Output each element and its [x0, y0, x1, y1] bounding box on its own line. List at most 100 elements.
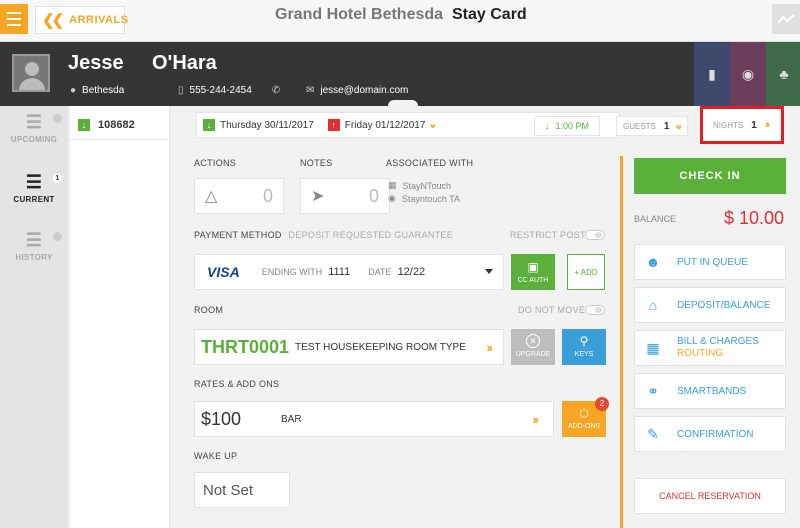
restrict-post-label: RESTRICT POST	[510, 230, 586, 240]
confirmation-button[interactable]: ✎ CONFIRMATION	[634, 416, 786, 452]
door-icon: ▮	[708, 65, 716, 82]
guests-selector[interactable]: GUESTS 1 ››	[616, 116, 688, 136]
smartbands-button[interactable]: ⚭ SMARTBANDS	[634, 373, 786, 409]
phone-icon: ✆	[271, 85, 281, 96]
upgrade-button[interactable]: ✕ UPGRADE	[511, 329, 555, 365]
double-chevron-right-icon: ››	[486, 340, 493, 355]
clover-icon: ♣	[779, 66, 789, 82]
visa-logo: VISA	[207, 264, 240, 280]
arrival-time[interactable]: ↓ 1:00 PM	[534, 116, 600, 136]
mobile-phone-icon: ▯	[178, 85, 184, 96]
nav-upcoming-dot	[53, 114, 62, 123]
guests-count: 1	[663, 120, 670, 132]
tab-loyalty[interactable]: ♣	[766, 42, 800, 106]
nav-history[interactable]: ☰ HISTORY	[0, 230, 68, 262]
notes-button[interactable]: ➤ 0	[300, 178, 390, 214]
top-bar: ❮❮ ARRIVALS Grand Hotel Bethesda Stay Ca…	[0, 0, 800, 42]
guest-first-name[interactable]: Jesse	[68, 52, 124, 75]
associated-company[interactable]: ▦ StayNTouch	[388, 180, 451, 191]
nav-current-badge: 1	[53, 174, 62, 183]
chevron-down-icon: ››	[673, 124, 686, 128]
globe-icon: ◉	[388, 193, 396, 203]
people-icon: ☻	[645, 254, 661, 270]
departure-date: Friday 01/12/2017	[344, 119, 426, 131]
add-ons-count-badge: 2	[595, 397, 609, 411]
wristband-icon: ⚭	[647, 382, 659, 399]
restrict-post-toggle[interactable]	[585, 230, 605, 240]
graph-button[interactable]	[772, 4, 800, 34]
cc-auth-button[interactable]: ▣ CC AUTH	[511, 254, 555, 290]
envelope-icon: ✉	[306, 85, 315, 96]
guest-phone: ▯ 555-244-2454 ✆	[178, 85, 281, 96]
room-selector[interactable]: THRT0001 TEST HOUSEKEEPING ROOM TYPE ››	[194, 329, 504, 365]
menu-button[interactable]	[0, 4, 28, 34]
caret-down-icon	[485, 269, 493, 274]
rate-selector[interactable]: $100 BAR ››	[194, 401, 554, 437]
credit-card-icon: ▣	[527, 260, 539, 274]
payment-method-label: PAYMENT METHOD DEPOSIT REQUESTED GUARANT…	[194, 230, 453, 240]
left-navigation: ☰ UPCOMING ☰ CURRENT 1 ☰ HISTORY	[0, 106, 68, 528]
warning-icon: △	[205, 188, 218, 205]
tab-door[interactable]: ▮	[694, 42, 730, 106]
room-label: ROOM	[194, 305, 224, 315]
stay-card-main: ↓ Thursday 30/11/2017 ↑ Friday 01/12/201…	[180, 106, 800, 528]
rates-label: RATES & ADD ONS	[194, 379, 280, 389]
back-to-arrivals-button[interactable]: ❮❮ ARRIVALS	[35, 6, 129, 34]
nights-count: 1	[751, 119, 757, 131]
arrow-down-icon: ↓	[544, 121, 550, 131]
actions-button[interactable]: △ 0	[194, 178, 284, 214]
chevron-down-icon: ››	[427, 123, 440, 127]
reservation-number: 108682	[98, 118, 135, 131]
globe-icon: ◉	[741, 65, 755, 82]
avatar[interactable]	[12, 54, 50, 92]
pin-icon: ➤	[311, 188, 325, 205]
associated-label: ASSOCIATED WITH	[386, 158, 474, 168]
bill-charges-routing-button[interactable]: ▦ BILL & CHARGES ROUTING	[634, 330, 786, 366]
actions-label: ACTIONS	[194, 158, 237, 168]
section-divider	[620, 156, 623, 528]
guest-header: Jesse O'Hara ● Bethesda ▯ 555-244-2454 ✆…	[0, 42, 800, 108]
rate-amount: $100	[201, 408, 242, 429]
guest-email: ✉ jesse@domain.com	[306, 85, 409, 96]
tab-globe[interactable]: ◉	[730, 42, 766, 106]
arrival-arrow-icon: ↓	[203, 119, 215, 131]
arrow-down-icon: ↓	[78, 118, 90, 131]
nav-current[interactable]: ☰ CURRENT 1	[0, 172, 68, 204]
do-not-move-label: DO NOT MOVE	[518, 305, 586, 315]
arrival-date: Thursday 30/11/2017	[220, 119, 314, 131]
reservation-item[interactable]: ↓ 108682	[70, 110, 170, 140]
wake-up-selector[interactable]: Not Set	[194, 472, 290, 508]
rate-name: BAR	[281, 413, 302, 425]
page-title: Stay Card	[452, 6, 527, 23]
double-chevron-left-icon: ❮❮	[42, 12, 64, 29]
wake-up-label: WAKE UP	[194, 451, 238, 461]
keys-button[interactable]: ⚲ KEYS	[562, 329, 606, 365]
location-pin-icon: ●	[70, 85, 77, 96]
card-ending: 1111	[328, 266, 351, 278]
hotel-name: Grand Hotel Bethesda	[275, 6, 444, 23]
payment-method-select[interactable]: VISA ENDING WITH 1111 DATE 12/22	[194, 254, 504, 290]
balance-label: BALANCE	[634, 214, 677, 224]
guest-last-name[interactable]: O'Hara	[152, 52, 217, 75]
check-in-button[interactable]: CHECK IN	[634, 158, 786, 194]
back-button-label: ARRIVALS	[69, 14, 129, 26]
add-payment-button[interactable]: + ADD	[567, 254, 605, 290]
room-number: THRT0001	[201, 336, 290, 357]
associated-travel-agent[interactable]: ◉ Stayntouch TA	[388, 193, 460, 204]
room-type: TEST HOUSEKEEPING ROOM TYPE	[295, 341, 466, 353]
departure-arrow-icon: ↑	[327, 119, 340, 131]
put-in-queue-button[interactable]: ☻ PUT IN QUEUE	[634, 244, 786, 280]
building-icon: ▦	[388, 180, 397, 190]
nav-upcoming[interactable]: ☰ UPCOMING	[0, 112, 68, 144]
reservation-list: ↓ 108682	[70, 106, 170, 528]
menu-icon	[7, 12, 21, 14]
cancel-reservation-button[interactable]: CANCEL RESERVATION	[634, 478, 786, 514]
do-not-move-toggle[interactable]	[585, 305, 605, 315]
guest-city: ● Bethesda	[70, 85, 125, 96]
calculator-icon: ▦	[646, 339, 660, 356]
nights-selector[interactable]: NIGHTS 1 ››	[700, 106, 784, 144]
close-circle-icon: ✕	[526, 334, 540, 348]
actions-count: 0	[262, 185, 273, 206]
double-chevron-right-icon: ››	[532, 412, 539, 427]
deposit-balance-button[interactable]: ⌂ DEPOSIT/BALANCE	[634, 287, 786, 323]
